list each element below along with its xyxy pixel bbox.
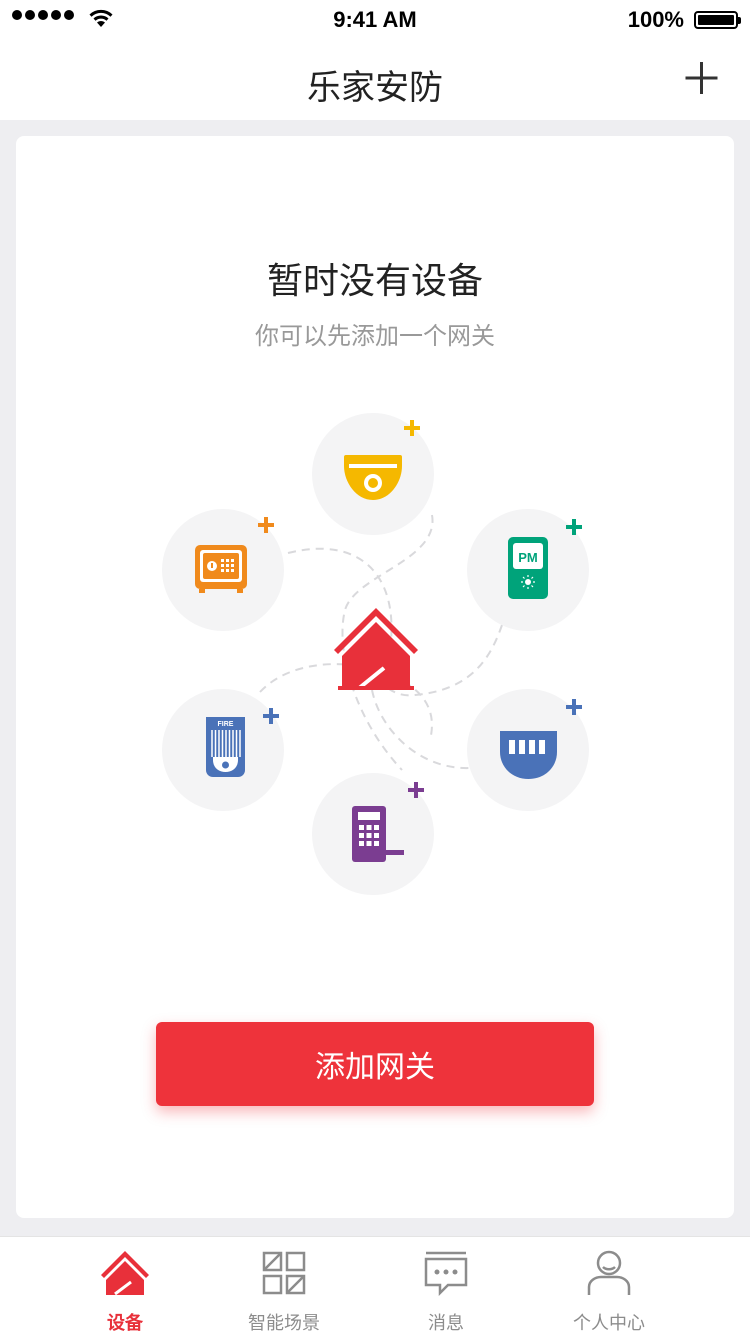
plus-icon[interactable] bbox=[682, 58, 722, 98]
message-icon bbox=[424, 1251, 468, 1297]
tab-label: 消息 bbox=[428, 1313, 464, 1334]
nav-bar: 乐家安防 bbox=[0, 40, 750, 120]
battery-percent: 100% bbox=[627, 7, 684, 32]
status-bar: 9:41 AM 100% bbox=[0, 0, 750, 40]
svg-text:FIRE: FIRE bbox=[218, 721, 234, 728]
camera-device bbox=[312, 413, 434, 535]
tab-label: 设备 bbox=[107, 1313, 143, 1334]
grid-icon bbox=[262, 1251, 306, 1295]
tab-bar: 设备 智能场景 消息 个人中心 bbox=[0, 1236, 750, 1335]
fire-detector-device: FIRE bbox=[162, 689, 284, 811]
battery-icon bbox=[694, 11, 741, 29]
home-icon bbox=[101, 1251, 149, 1296]
user-icon bbox=[587, 1250, 631, 1295]
tab-profile[interactable]: 个人中心 bbox=[539, 1237, 679, 1335]
device-illustration: PM FIRE bbox=[162, 413, 589, 895]
tab-smart-scenes[interactable]: 智能场景 bbox=[214, 1237, 354, 1335]
add-gateway-button[interactable]: 添加网关 bbox=[156, 1022, 594, 1106]
tab-label: 智能场景 bbox=[248, 1313, 320, 1334]
sensor-device bbox=[467, 689, 589, 811]
tab-label: 个人中心 bbox=[573, 1313, 645, 1334]
safe-device bbox=[162, 509, 284, 631]
tab-devices[interactable]: 设备 bbox=[55, 1237, 195, 1335]
door-lock-device bbox=[312, 773, 434, 895]
home-icon bbox=[334, 608, 418, 691]
pm-sensor-device: PM bbox=[467, 509, 589, 631]
empty-state-subtitle: 你可以先添加一个网关 bbox=[255, 322, 495, 350]
svg-text:PM: PM bbox=[518, 550, 538, 565]
empty-state-title: 暂时没有设备 bbox=[266, 261, 483, 302]
tab-messages[interactable]: 消息 bbox=[376, 1237, 516, 1335]
page-title: 乐家安防 bbox=[307, 68, 443, 108]
